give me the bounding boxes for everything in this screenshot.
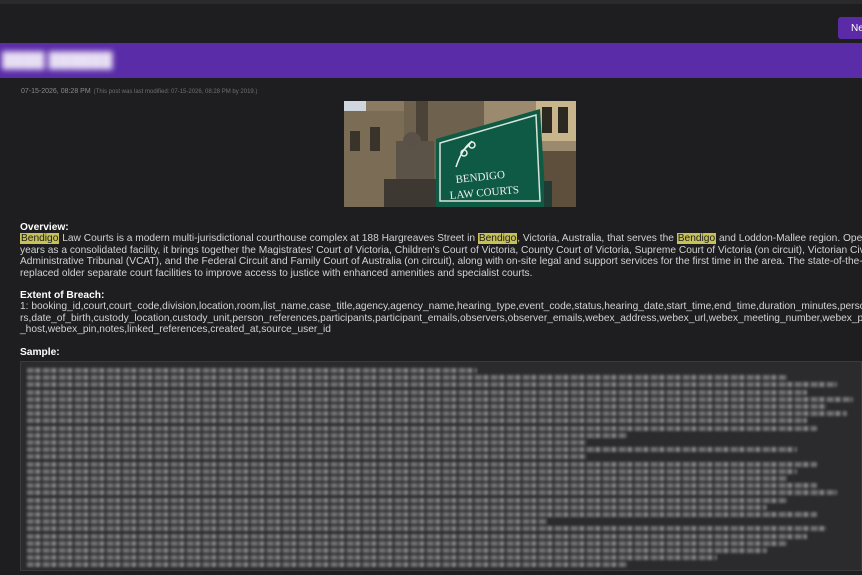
- redacted-sample-line: [27, 483, 817, 489]
- sample-data-box[interactable]: [20, 361, 862, 571]
- redacted-sample-line: [27, 432, 627, 438]
- post-title: ████ ██████: [2, 52, 113, 69]
- redacted-sample-line: [27, 411, 847, 417]
- redacted-sample-line: [27, 461, 817, 467]
- highlight-term: Bendigo: [20, 233, 60, 245]
- redacted-sample-line: [27, 533, 807, 539]
- redacted-sample-line: [27, 368, 477, 373]
- redacted-sample-line: [27, 562, 627, 568]
- redacted-sample-line: [27, 548, 767, 553]
- redacted-sample-line: [27, 418, 807, 424]
- overview-heading: Overview:: [20, 222, 69, 233]
- post-modified-note: (This post was last modified: 07-15-2026…: [93, 89, 258, 95]
- redacted-sample-line: [27, 396, 853, 402]
- breach-section: Extent of Breach: 1: booking_id,court,co…: [20, 290, 862, 336]
- redacted-sample-line: [27, 540, 787, 546]
- breach-heading: Extent of Breach:: [20, 290, 105, 301]
- redacted-sample-line: [27, 454, 587, 460]
- redacted-sample-line: [27, 490, 837, 496]
- overview-line-4: replaced older separate court facilities…: [20, 267, 533, 279]
- redacted-sample-line: [27, 404, 827, 409]
- redacted-sample-line: [27, 468, 797, 474]
- redacted-sample-line: [27, 389, 807, 395]
- top-bar: [0, 0, 862, 4]
- overview-line-2: years as a consolidated facility, it bri…: [20, 244, 862, 256]
- sample-heading: Sample:: [20, 347, 60, 358]
- overview-line-3: Administrative Tribunal (VCAT), and the …: [20, 256, 862, 268]
- breach-line-1: 1: booking_id,court,court_code,division,…: [20, 301, 862, 313]
- redacted-sample-line: [27, 519, 547, 525]
- sample-section: Sample:: [20, 347, 862, 358]
- redacted-sample-line: [27, 425, 817, 431]
- overview-line-1: Bendigo Law Courts is a modern multi-jur…: [20, 233, 862, 245]
- new-thread-button[interactable]: New: [838, 17, 862, 39]
- redacted-sample-line: [27, 497, 787, 503]
- breach-line-2: rs,date_of_birth,custody_location,custod…: [20, 312, 862, 324]
- highlight-term: Bendigo: [477, 233, 518, 245]
- redacted-sample-line: [27, 447, 797, 453]
- courthouse-photo: BENDIGO LAW COURTS: [344, 101, 576, 207]
- redacted-sample-line: [27, 512, 817, 517]
- breach-line-3: _host,webex_pin,notes,linked_references,…: [20, 324, 331, 336]
- redacted-sample-line: [27, 504, 767, 510]
- post-meta: 07-15-2026, 08:28 PM (This post was last …: [21, 88, 257, 95]
- post-date: 07-15-2026, 08:28 PM: [21, 88, 91, 95]
- redacted-sample-line: [27, 440, 587, 445]
- redacted-sample-line: [27, 382, 837, 388]
- redacted-sample-line: [27, 375, 787, 381]
- overview-section: Overview: Bendigo Law Courts is a modern…: [20, 222, 862, 279]
- highlight-term: Bendigo: [676, 233, 717, 245]
- post-title-bar: ████ ██████: [0, 43, 862, 78]
- redacted-sample-line: [27, 555, 717, 561]
- redacted-sample-line: [27, 476, 787, 481]
- redacted-sample-line: [27, 526, 827, 532]
